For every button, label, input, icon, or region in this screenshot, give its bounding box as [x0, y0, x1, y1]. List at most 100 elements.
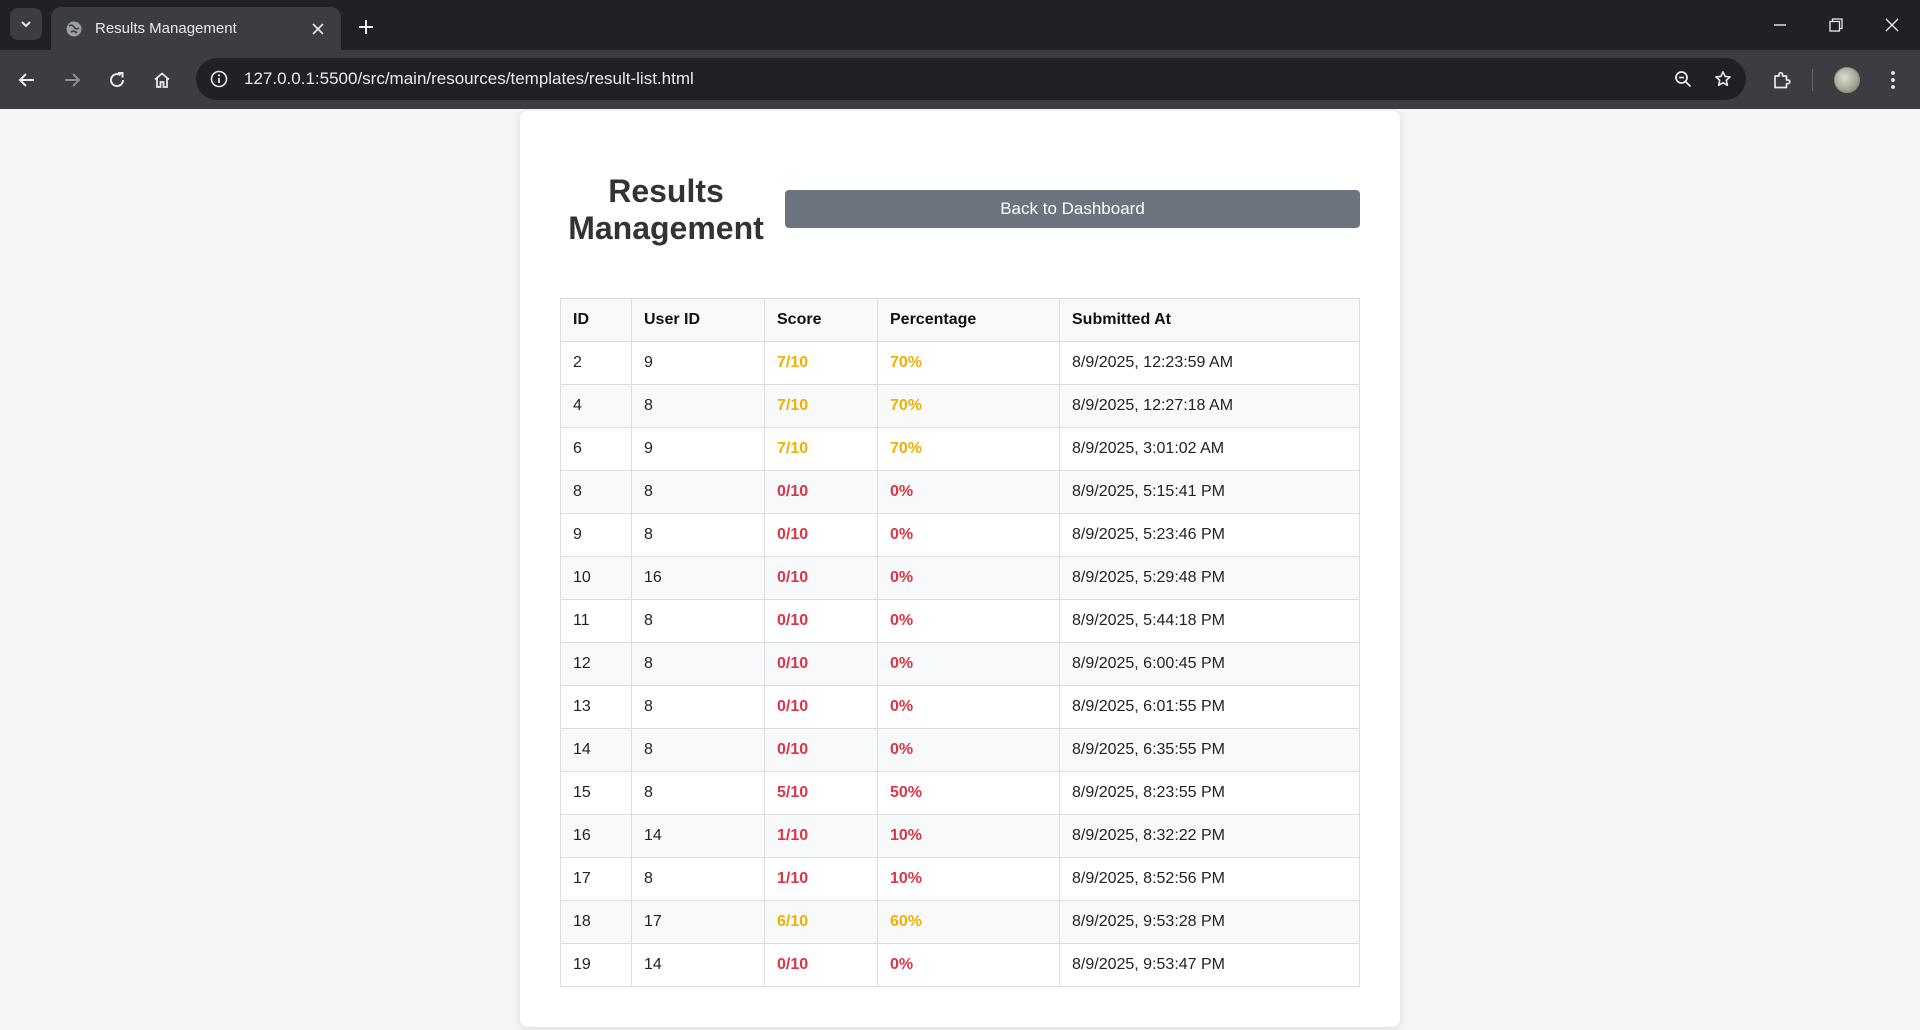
table-row[interactable]: 6 9 7/10 70% 8/9/2025, 3:01:02 AM — [560, 427, 1360, 471]
results-table: ID User ID Score Percentage Submitted At… — [560, 298, 1360, 987]
reload-button[interactable] — [100, 63, 134, 97]
table-row[interactable]: 14 8 0/10 0% 8/9/2025, 6:35:55 PM — [560, 728, 1360, 772]
cell-user-id: 14 — [631, 814, 765, 858]
cell-submitted-at: 8/9/2025, 6:01:55 PM — [1059, 685, 1360, 729]
table-row[interactable]: 11 8 0/10 0% 8/9/2025, 5:44:18 PM — [560, 599, 1360, 643]
home-button[interactable] — [145, 63, 179, 97]
globe-icon — [66, 21, 82, 36]
cell-submitted-at: 8/9/2025, 5:23:46 PM — [1059, 513, 1360, 557]
browser-menu-button[interactable] — [1875, 62, 1911, 98]
restore-button[interactable] — [1808, 0, 1864, 50]
puzzle-icon — [1774, 71, 1791, 89]
cell-submitted-at: 8/9/2025, 8:23:55 PM — [1059, 771, 1360, 815]
profile-button[interactable] — [1829, 62, 1865, 98]
zoom-button[interactable] — [1666, 62, 1700, 96]
results-table-body: 2 9 7/10 70% 8/9/2025, 12:23:59 AM 4 8 7/10 70% 8… — [560, 341, 1360, 987]
close-icon — [1885, 18, 1899, 32]
cell-id: 15 — [560, 771, 632, 815]
new-tab-button[interactable] — [352, 13, 380, 41]
cell-score: 6/10 — [764, 900, 878, 944]
cell-id: 12 — [560, 642, 632, 686]
extensions-button[interactable] — [1764, 62, 1800, 98]
table-row[interactable]: 2 9 7/10 70% 8/9/2025, 12:23:59 AM — [560, 341, 1360, 385]
cell-score: 0/10 — [764, 513, 878, 557]
minimize-button[interactable] — [1752, 0, 1808, 50]
cell-id: 13 — [560, 685, 632, 729]
cell-percentage: 0% — [877, 728, 1060, 772]
window-controls — [1752, 0, 1920, 50]
close-window-button[interactable] — [1864, 0, 1920, 50]
cell-percentage: 0% — [877, 556, 1060, 600]
cell-submitted-at: 8/9/2025, 8:52:56 PM — [1059, 857, 1360, 901]
cell-user-id: 8 — [631, 857, 765, 901]
column-header-score[interactable]: Score — [764, 298, 878, 342]
reload-icon — [110, 72, 125, 88]
cell-percentage: 0% — [877, 599, 1060, 643]
minimize-icon — [1774, 24, 1786, 26]
table-row[interactable]: 4 8 7/10 70% 8/9/2025, 12:27:18 AM — [560, 384, 1360, 428]
cell-id: 9 — [560, 513, 632, 557]
star-icon — [1715, 71, 1731, 87]
forward-button[interactable] — [55, 63, 89, 97]
cell-user-id: 8 — [631, 685, 765, 729]
cell-submitted-at: 8/9/2025, 6:35:55 PM — [1059, 728, 1360, 772]
cell-submitted-at: 8/9/2025, 5:15:41 PM — [1059, 470, 1360, 514]
cell-percentage: 10% — [877, 857, 1060, 901]
page-viewport: Results Management Back to Dashboard ID … — [0, 109, 1920, 1030]
page-header: Results Management Back to Dashboard — [560, 173, 1360, 253]
toolbar-separator — [1812, 69, 1813, 91]
cell-id: 8 — [560, 470, 632, 514]
cell-submitted-at: 8/9/2025, 8:32:22 PM — [1059, 814, 1360, 858]
cell-submitted-at: 8/9/2025, 9:53:28 PM — [1059, 900, 1360, 944]
active-tab[interactable]: Results Management — [51, 7, 341, 50]
browser-toolbar: 127.0.0.1:5500/src/main/resources/templa… — [0, 50, 1920, 109]
cell-score: 7/10 — [764, 384, 878, 428]
close-icon[interactable] — [307, 18, 329, 40]
content-card: Results Management Back to Dashboard ID … — [520, 111, 1400, 1027]
cell-score: 0/10 — [764, 556, 878, 600]
back-to-dashboard-button[interactable]: Back to Dashboard — [785, 190, 1360, 228]
table-row[interactable]: 12 8 0/10 0% 8/9/2025, 6:00:45 PM — [560, 642, 1360, 686]
tab-search-button[interactable] — [10, 8, 42, 40]
cell-score: 0/10 — [764, 685, 878, 729]
back-button[interactable] — [10, 63, 44, 97]
cell-user-id: 8 — [631, 642, 765, 686]
cell-id: 17 — [560, 857, 632, 901]
bookmark-button[interactable] — [1706, 62, 1740, 96]
arrow-right-icon — [65, 73, 81, 87]
site-info-button[interactable] — [204, 64, 234, 94]
table-row[interactable]: 19 14 0/10 0% 8/9/2025, 9:53:47 PM — [560, 943, 1360, 987]
table-header-row: ID User ID Score Percentage Submitted At — [560, 298, 1360, 342]
column-header-user-id[interactable]: User ID — [631, 298, 765, 342]
table-row[interactable]: 9 8 0/10 0% 8/9/2025, 5:23:46 PM — [560, 513, 1360, 557]
cell-user-id: 8 — [631, 470, 765, 514]
table-row[interactable]: 8 8 0/10 0% 8/9/2025, 5:15:41 PM — [560, 470, 1360, 514]
cell-user-id: 8 — [631, 771, 765, 815]
cell-user-id: 9 — [631, 427, 765, 471]
column-header-percentage[interactable]: Percentage — [877, 298, 1060, 342]
cell-percentage: 0% — [877, 943, 1060, 987]
cell-submitted-at: 8/9/2025, 5:44:18 PM — [1059, 599, 1360, 643]
column-header-submitted-at[interactable]: Submitted At — [1059, 298, 1360, 342]
cell-score: 5/10 — [764, 771, 878, 815]
table-row[interactable]: 13 8 0/10 0% 8/9/2025, 6:01:55 PM — [560, 685, 1360, 729]
cell-percentage: 0% — [877, 685, 1060, 729]
table-row[interactable]: 16 14 1/10 10% 8/9/2025, 8:32:22 PM — [560, 814, 1360, 858]
table-row[interactable]: 15 8 5/10 50% 8/9/2025, 8:23:55 PM — [560, 771, 1360, 815]
cell-id: 10 — [560, 556, 632, 600]
cell-score: 0/10 — [764, 642, 878, 686]
column-header-id[interactable]: ID — [560, 298, 632, 342]
table-row[interactable]: 18 17 6/10 60% 8/9/2025, 9:53:28 PM — [560, 900, 1360, 944]
cell-id: 2 — [560, 341, 632, 385]
address-bar[interactable]: 127.0.0.1:5500/src/main/resources/templa… — [196, 58, 1746, 100]
table-row[interactable]: 10 16 0/10 0% 8/9/2025, 5:29:48 PM — [560, 556, 1360, 600]
url-text[interactable]: 127.0.0.1:5500/src/main/resources/templa… — [244, 69, 1666, 89]
plus-icon — [359, 20, 373, 34]
table-row[interactable]: 17 8 1/10 10% 8/9/2025, 8:52:56 PM — [560, 857, 1360, 901]
cell-score: 0/10 — [764, 943, 878, 987]
zoom-out-icon — [1675, 71, 1692, 88]
cell-id: 16 — [560, 814, 632, 858]
cell-percentage: 70% — [877, 427, 1060, 471]
cell-user-id: 8 — [631, 384, 765, 428]
cell-user-id: 14 — [631, 943, 765, 987]
